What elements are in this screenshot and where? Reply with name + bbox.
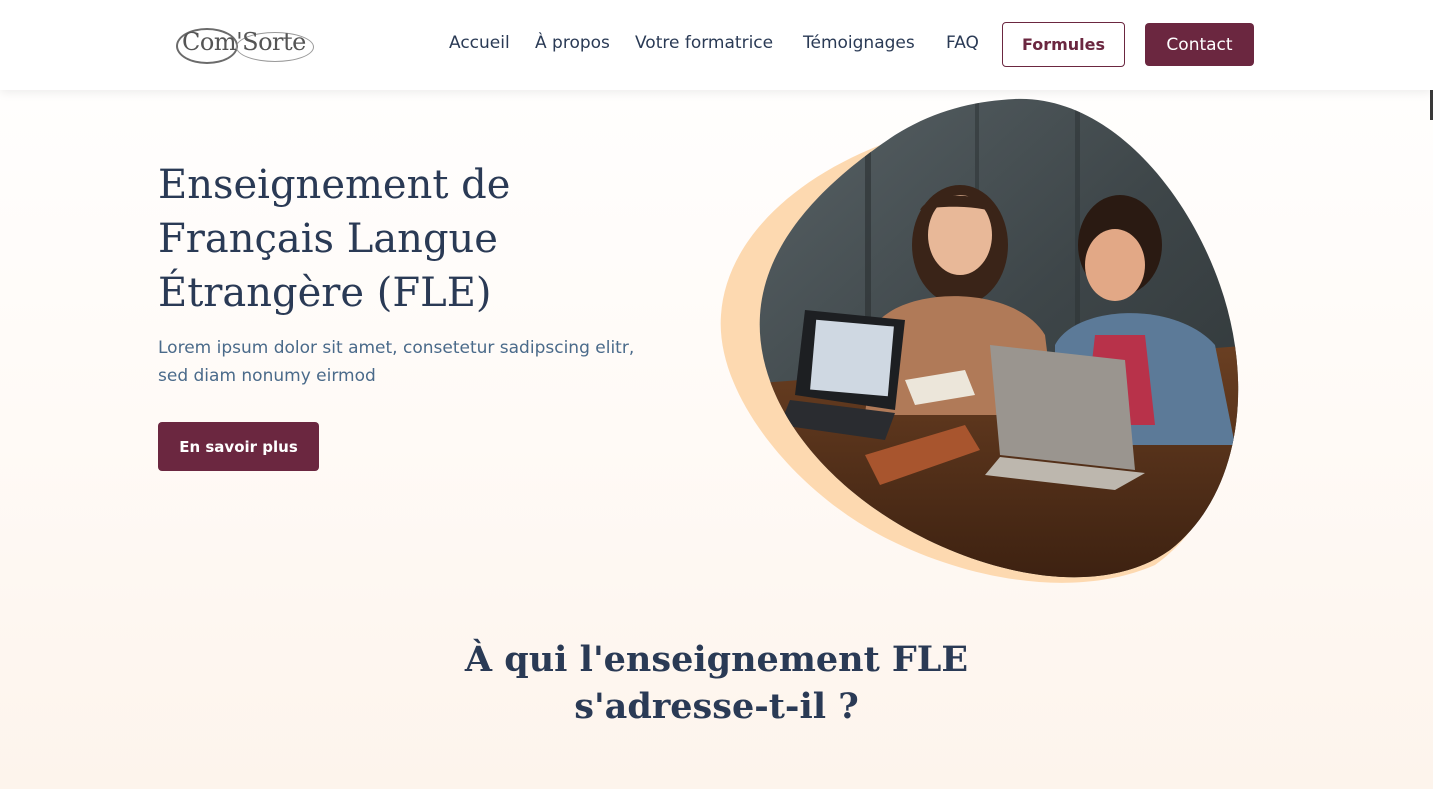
comsorte-logo[interactable]: Com'Sorte bbox=[176, 24, 316, 66]
section-title-line2: s'adresse-t-il ? bbox=[574, 686, 859, 727]
en-savoir-plus-button[interactable]: En savoir plus bbox=[158, 422, 319, 471]
site-header: Com'Sorte Accueil À propos Votre formatr… bbox=[0, 0, 1433, 90]
contact-button[interactable]: Contact bbox=[1145, 23, 1254, 66]
logo-text: Com'Sorte bbox=[182, 28, 306, 56]
hero-title: Enseignement de Français Langue Étrangèr… bbox=[158, 162, 511, 316]
formules-button[interactable]: Formules bbox=[1002, 22, 1125, 67]
nav-votre-formatrice[interactable]: Votre formatrice bbox=[635, 33, 773, 53]
nav-accueil[interactable]: Accueil bbox=[449, 33, 510, 53]
hero-subtitle: Lorem ipsum dolor sit amet, consetetur s… bbox=[158, 338, 635, 386]
section-title: À qui l'enseignement FLE s'adresse-t-il … bbox=[0, 636, 1433, 730]
nav-faq[interactable]: FAQ bbox=[946, 33, 979, 53]
nav-temoignages[interactable]: Témoignages bbox=[803, 33, 915, 53]
hero-image bbox=[720, 98, 1239, 583]
nav-a-propos[interactable]: À propos bbox=[535, 33, 610, 53]
section-title-line1: À qui l'enseignement FLE bbox=[464, 639, 969, 680]
